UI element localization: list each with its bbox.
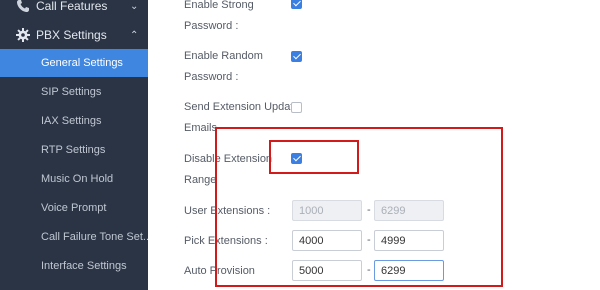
sidebar-item-iax-settings[interactable]: IAX Settings — [0, 107, 148, 135]
highlight-range-box — [215, 127, 503, 287]
nav-pbx-settings[interactable]: PBX Settings ⌃ — [0, 21, 148, 49]
sidebar-item-label: Interface Settings — [41, 260, 127, 272]
sidebar-item-label: Music On Hold — [41, 173, 114, 185]
enable-random-password-label: Enable Random — [184, 50, 263, 62]
gear-icon — [16, 28, 30, 42]
enable-strong-password-label-2: Password : — [184, 20, 239, 32]
sidebar-item-label: IAX Settings — [41, 115, 102, 127]
sidebar-item-label: SIP Settings — [41, 86, 102, 98]
send-extension-update-label-2: Emails — [184, 122, 218, 134]
sidebar-item-label: Call Failure Tone Set... — [41, 231, 148, 243]
sidebar-item-sip-settings[interactable]: SIP Settings — [0, 78, 148, 106]
sidebar-item-general-settings[interactable]: General Settings — [0, 49, 148, 77]
highlight-checkbox-box — [269, 140, 359, 174]
enable-strong-password-checkbox[interactable] — [291, 0, 302, 9]
nav-call-features[interactable]: Call Features ⌄ — [0, 0, 148, 20]
enable-random-password-label-2: Password : — [184, 71, 239, 83]
sidebar-item-voice-prompt[interactable]: Voice Prompt — [0, 194, 148, 222]
nav-pbx-settings-label: PBX Settings — [36, 28, 107, 42]
sidebar-item-label: RTP Settings — [41, 144, 106, 156]
disable-extension-range-label-2: Range — [184, 174, 217, 186]
sidebar-item-rtp-settings[interactable]: RTP Settings — [0, 136, 148, 164]
send-extension-update-label: Send Extension Update — [184, 101, 300, 113]
sidebar: Call Features ⌄ PBX Settings ⌃ General S… — [0, 0, 148, 290]
sidebar-item-music-on-hold[interactable]: Music On Hold — [0, 165, 148, 193]
sidebar-item-call-failure-tone[interactable]: Call Failure Tone Set... — [0, 223, 148, 251]
chevron-down-icon: ⌄ — [130, 0, 139, 12]
enable-strong-password-label: Enable Strong — [184, 0, 254, 11]
sidebar-item-label: Voice Prompt — [41, 202, 107, 214]
send-extension-update-checkbox[interactable] — [291, 102, 302, 113]
enable-random-password-checkbox[interactable] — [291, 51, 302, 62]
nav-call-features-label: Call Features — [36, 0, 108, 13]
chevron-up-icon: ⌃ — [130, 29, 139, 41]
sidebar-item-interface-settings[interactable]: Interface Settings — [0, 252, 148, 280]
phone-icon — [17, 0, 29, 12]
sidebar-item-label: General Settings — [41, 57, 123, 69]
